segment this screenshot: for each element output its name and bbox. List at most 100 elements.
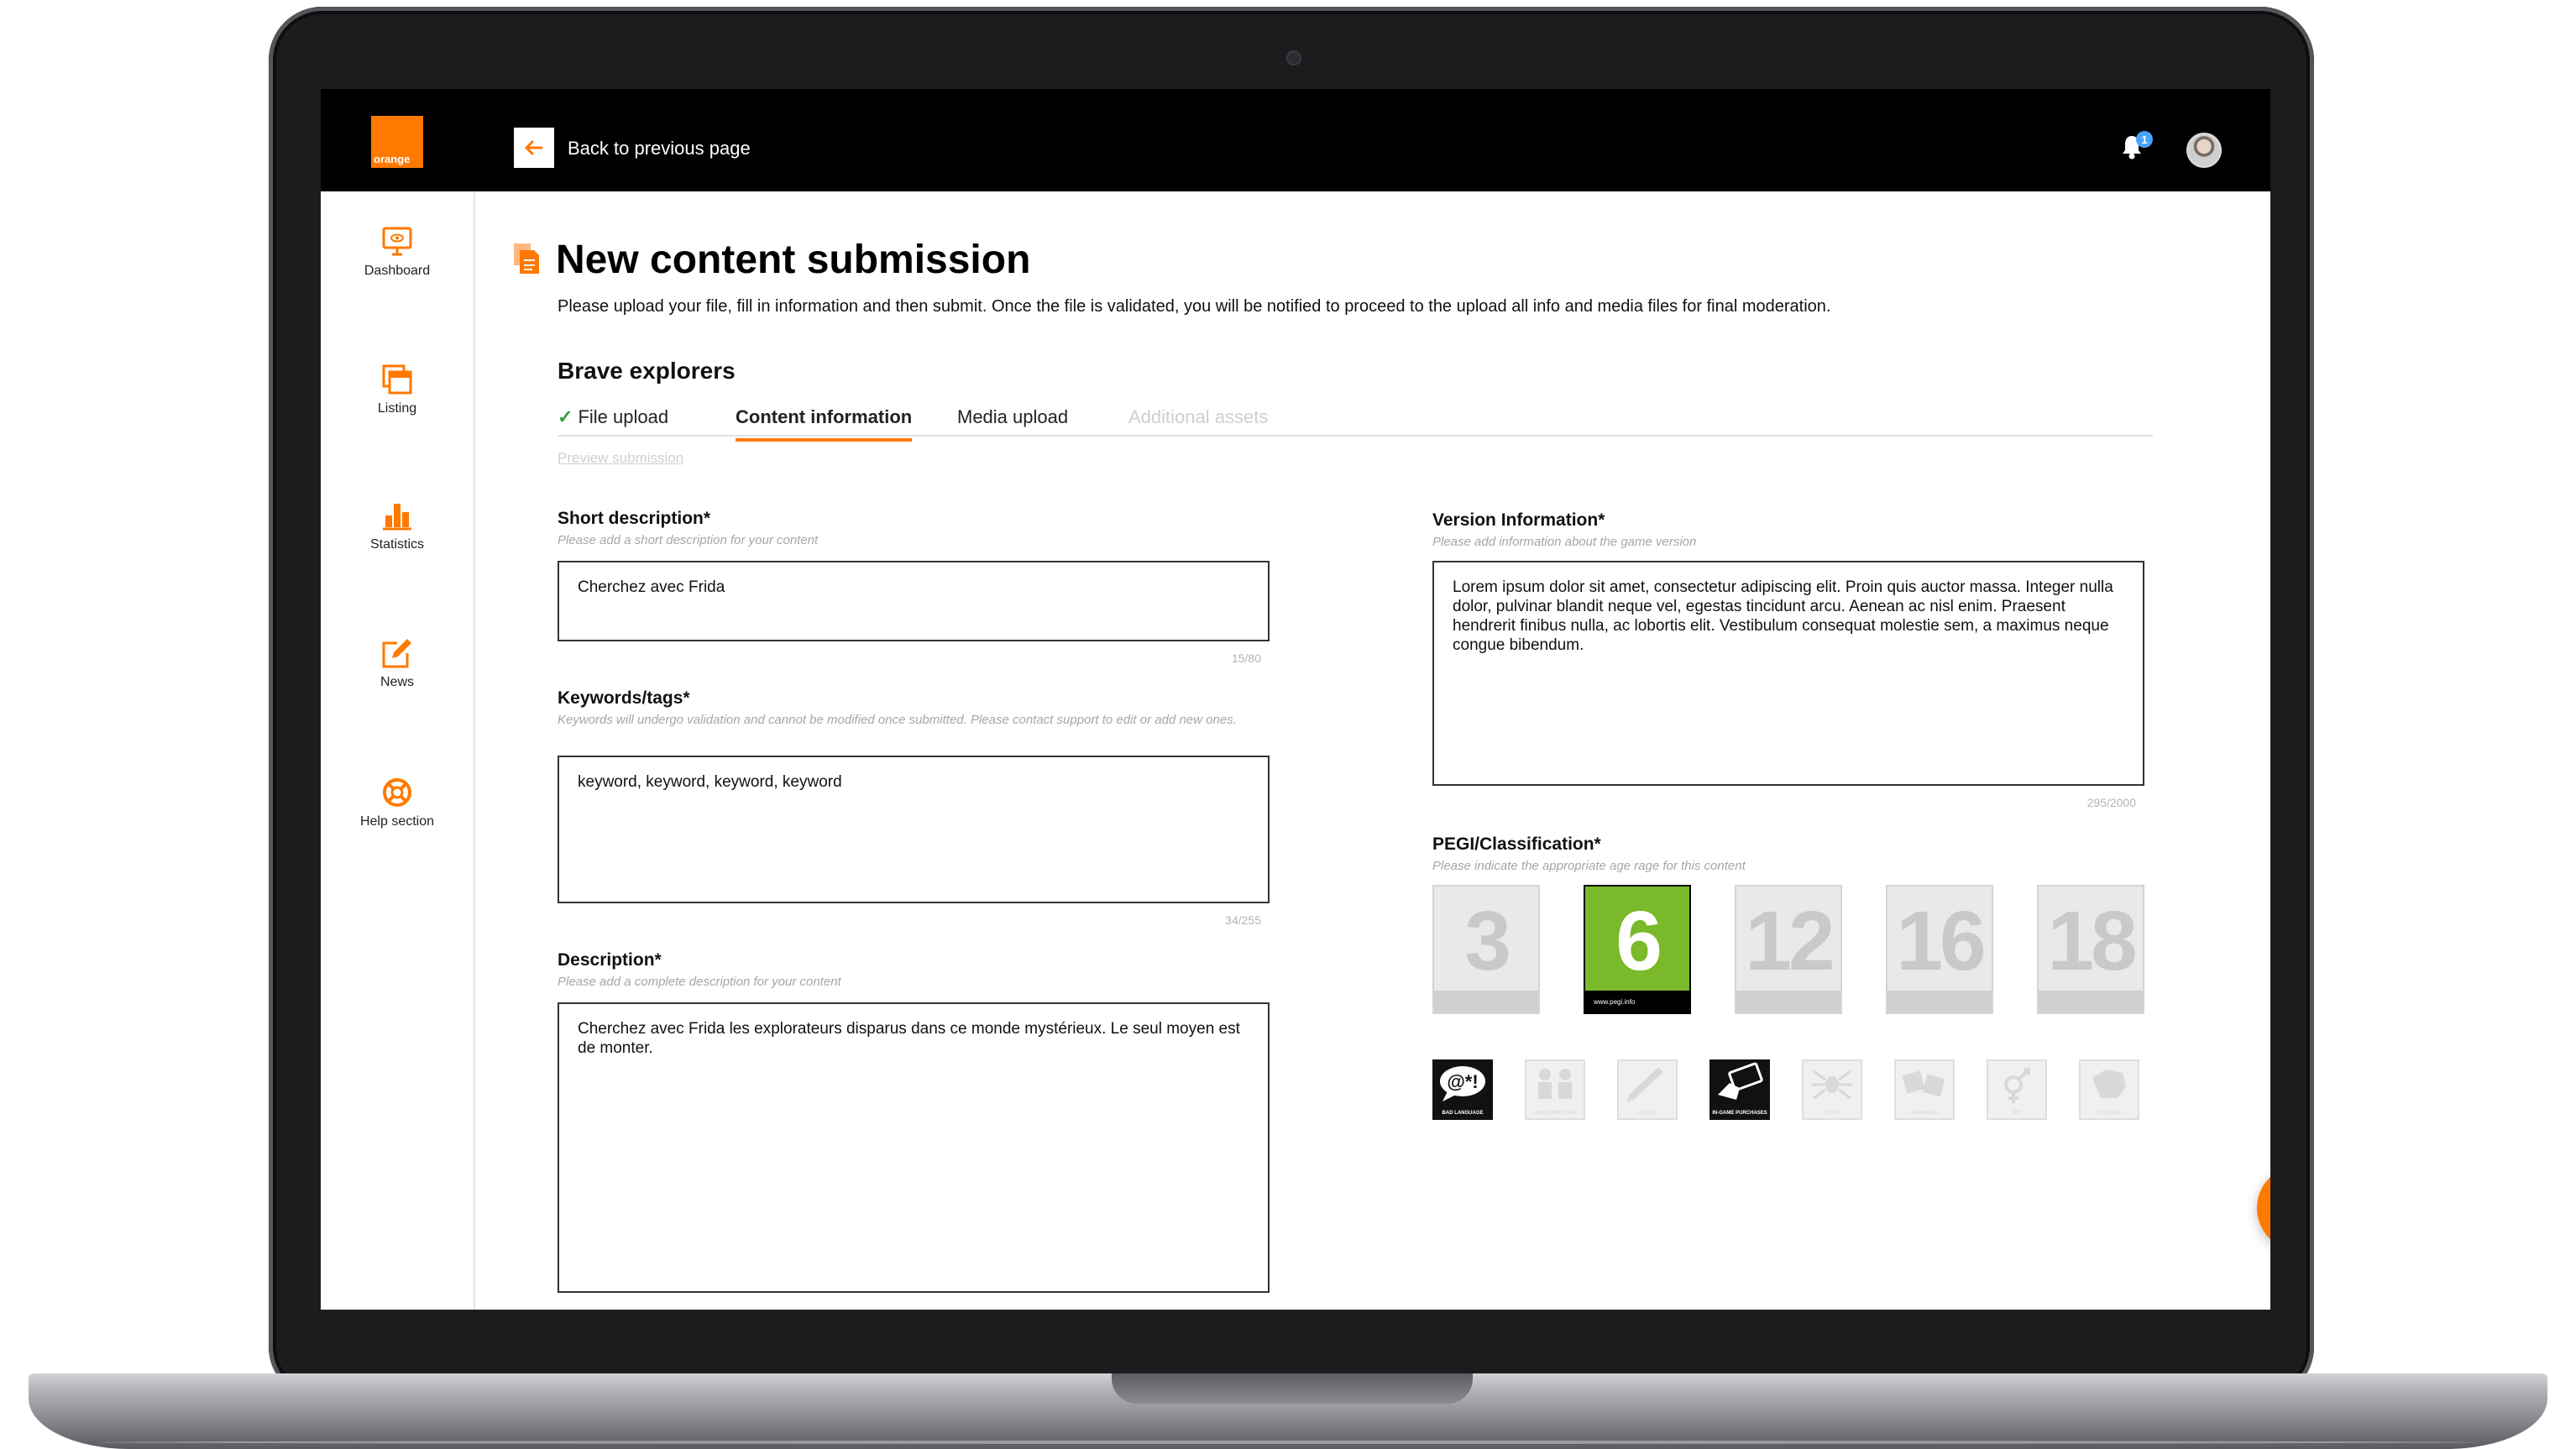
short-description-input[interactable]: Cherchez avec Frida <box>558 561 1270 641</box>
pegi-rating-number: 3 <box>1464 894 1511 988</box>
short-description-hint: Please add a short description for your … <box>558 533 819 547</box>
keywords-label: Keywords/tags* <box>558 688 690 708</box>
pegi-footer-bar <box>1434 991 1538 1012</box>
description-input[interactable]: Cherchez avec Frida les explorateurs dis… <box>558 1002 1270 1293</box>
logo-text: orange <box>374 153 411 165</box>
keywords-counter: 34/255 <box>1225 913 1261 927</box>
laptop-notch <box>1112 1373 1473 1404</box>
gender-symbols-icon <box>2004 1068 2030 1103</box>
version-info-input[interactable]: Lorem ipsum dolor sit amet, consectetur … <box>1432 561 2144 786</box>
pegi-hint: Please indicate the appropriate age rage… <box>1432 859 1746 873</box>
pegi-footer-bar <box>2039 991 2143 1012</box>
short-description-counter: 15/80 <box>1231 651 1261 665</box>
pegi-site-text: www.pegi.info <box>1594 998 1636 1006</box>
people-icon <box>1538 1069 1572 1099</box>
description-label: Description* <box>558 950 662 970</box>
keywords-hint: Keywords will undergo validation and can… <box>558 713 1237 727</box>
chat-button[interactable] <box>2257 1165 2270 1251</box>
sidebar-item-news[interactable]: News <box>321 636 474 690</box>
sidebar-item-listing[interactable]: Listing <box>321 363 474 416</box>
description-hint: Please add a complete description for yo… <box>558 975 841 989</box>
sidebar: Dashboard Listing Statistics News Help s… <box>321 191 475 1310</box>
descriptor-caption: FEAR <box>1825 1111 1840 1116</box>
sidebar-item-label: Listing <box>377 401 417 416</box>
sidebar-item-label: Help section <box>359 814 435 829</box>
sex-icon[interactable]: SEX <box>1987 1059 2047 1120</box>
edit-icon <box>382 639 411 668</box>
pegi-6-rating[interactable]: 6 www.pegi.info <box>1584 885 1691 1014</box>
top-bar: orange Back to previous page 1 <box>321 89 2270 191</box>
version-info-hint: Please add information about the game ve… <box>1432 535 1697 549</box>
card-hand-icon <box>1718 1062 1763 1100</box>
bar-chart-icon <box>383 504 411 531</box>
keywords-input[interactable]: keyword, keyword, keyword, keyword <box>558 756 1270 903</box>
laptop-shadow <box>101 1441 2477 1444</box>
arrow-left-icon <box>525 140 543 155</box>
descriptor-caption: DISCRIMINATION <box>1534 1111 1576 1116</box>
version-info-label: Version Information* <box>1432 510 1605 530</box>
pegi-rating-number: 12 <box>1745 894 1835 988</box>
tab-file-upload[interactable]: ✓ File upload <box>558 406 668 438</box>
document-icon <box>514 243 539 274</box>
descriptor-caption: VIOLENCE <box>2096 1111 2123 1116</box>
descriptor-caption: DRUGS <box>1638 1111 1657 1116</box>
main-content: New content submission Please upload you… <box>474 191 2270 1310</box>
back-button[interactable] <box>514 128 554 168</box>
drugs-icon[interactable]: DRUGS <box>1617 1059 1678 1120</box>
sidebar-item-help[interactable]: Help section <box>321 776 474 829</box>
in-game-purchases-icon[interactable]: IN-GAME PURCHASES <box>1709 1059 1770 1120</box>
monitor-icon <box>382 227 412 256</box>
discrimination-icon[interactable]: DISCRIMINATION <box>1525 1059 1585 1120</box>
tab-label: Additional assets <box>1128 406 1269 427</box>
tab-content-information[interactable]: Content information <box>736 406 913 442</box>
user-avatar[interactable] <box>2186 133 2222 168</box>
violence-icon[interactable]: VIOLENCE <box>2079 1059 2139 1120</box>
preview-submission-link[interactable]: Preview submission <box>558 450 683 467</box>
pegi-footer-bar <box>1736 991 1840 1012</box>
gambling-icon[interactable]: GAMBLING <box>1894 1059 1955 1120</box>
fist-icon <box>2092 1070 2126 1098</box>
tab-additional-assets: Additional assets <box>1128 406 1268 438</box>
pegi-16-rating[interactable]: 16 <box>1886 885 1993 1014</box>
sidebar-item-label: News <box>380 675 414 689</box>
syringe-icon <box>1626 1067 1663 1103</box>
lifebuoy-icon <box>383 778 411 807</box>
notification-badge: 1 <box>2136 131 2153 148</box>
fear-icon[interactable]: FEAR <box>1802 1059 1862 1120</box>
version-info-counter: 295/2000 <box>2086 796 2136 809</box>
sidebar-item-statistics[interactable]: Statistics <box>321 499 474 552</box>
sidebar-item-label: Statistics <box>369 537 424 552</box>
descriptor-caption: SEX <box>2011 1111 2022 1116</box>
pegi-label: PEGI/Classification* <box>1432 834 1601 854</box>
pegi-rating-number: 16 <box>1896 894 1986 988</box>
sidebar-item-label: Dashboard <box>364 264 431 278</box>
descriptor-caption: IN-GAME PURCHASES <box>1712 1111 1767 1116</box>
check-icon: ✓ <box>558 406 573 427</box>
tab-label: Content information <box>736 406 913 427</box>
svg-text:@*!: @*! <box>1447 1071 1478 1092</box>
listing-icon <box>382 364 412 395</box>
pegi-rating-number: 18 <box>2047 894 2137 988</box>
bad-language-icon[interactable]: @*! BAD LANGUAGE <box>1432 1059 1493 1120</box>
pegi-3-rating[interactable]: 3 <box>1432 885 1540 1014</box>
tab-media-upload[interactable]: Media upload <box>957 406 1068 438</box>
sidebar-item-dashboard[interactable]: Dashboard <box>321 225 474 279</box>
game-name: Brave explorers <box>558 358 736 384</box>
pegi-18-rating[interactable]: 18 <box>2037 885 2144 1014</box>
pegi-12-rating[interactable]: 12 <box>1735 885 1842 1014</box>
step-tabs: ✓ File upload Content information Media u… <box>558 396 2153 442</box>
tab-label: File upload <box>578 406 669 427</box>
descriptor-caption: GAMBLING <box>1910 1111 1939 1116</box>
orange-logo[interactable]: orange <box>371 116 423 168</box>
camera-dot <box>1286 50 1301 65</box>
tab-label: Media upload <box>957 406 1069 427</box>
pegi-rating-number: 6 <box>1615 894 1662 988</box>
descriptor-caption: BAD LANGUAGE <box>1442 1111 1484 1116</box>
app-screen: orange Back to previous page 1 Dashboard <box>321 89 2270 1310</box>
pegi-footer-bar <box>1887 991 1992 1012</box>
spider-icon <box>1812 1070 1852 1100</box>
back-link-label[interactable]: Back to previous page <box>568 138 751 160</box>
speech-bubble-icon: @*! <box>1440 1066 1485 1101</box>
dice-icon <box>1902 1070 1945 1097</box>
short-description-label: Short description* <box>558 509 711 528</box>
